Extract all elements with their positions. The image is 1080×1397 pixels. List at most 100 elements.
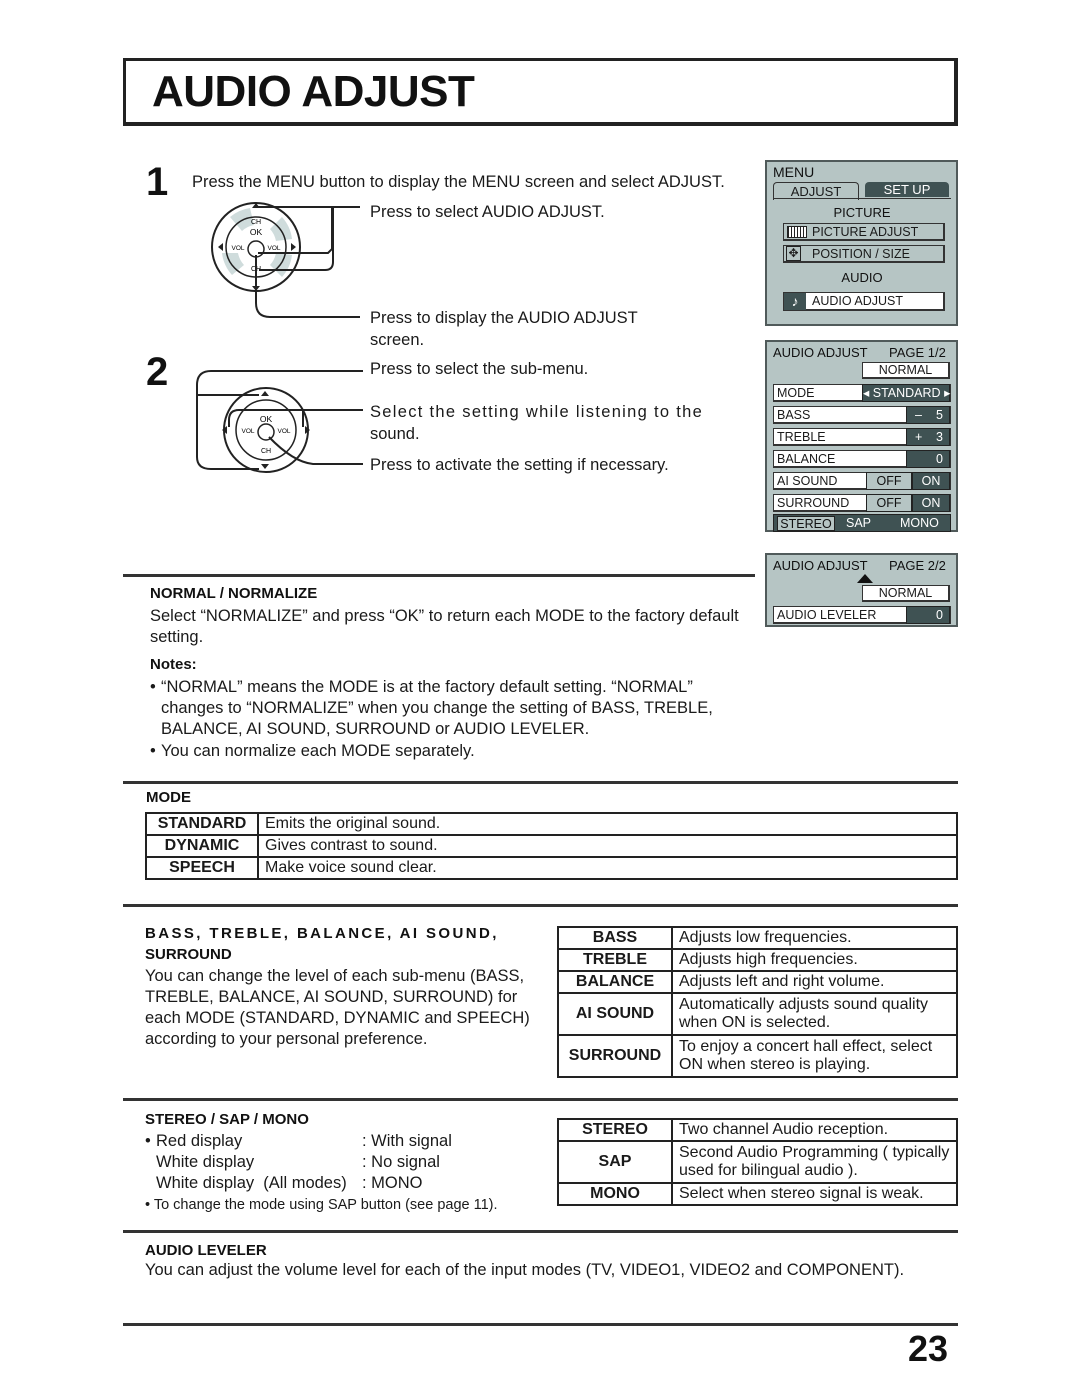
callout-select-setting-2: sound. — [370, 425, 420, 443]
levels-heading: BASS, TREBLE, BALANCE, AI SOUND, — [145, 925, 499, 942]
osd-row-ai-sound[interactable]: AI SOUND OFF ON — [773, 472, 951, 490]
osd-row-mode[interactable]: MODE ◂ STANDARD ▸ — [773, 384, 951, 402]
osd-bass-value[interactable]: –5 — [906, 406, 950, 424]
table-row: STANDARD Emits the original sound. — [145, 812, 958, 836]
picture-adjust-icon — [787, 226, 807, 238]
callout-display-audio-adjust: Press to display the AUDIO ADJUST — [370, 309, 638, 327]
normalize-body: Select “NORMALIZE” and press “OK” to ret… — [150, 607, 739, 646]
osd-menu-screen: MENU ADJUST SET UP PICTURE PICTURE ADJUS… — [765, 160, 958, 326]
table-row: SAP Second Audio Programming ( typically … — [557, 1140, 958, 1184]
display-label: White display — [156, 1153, 255, 1171]
stereo-heading: STEREO / SAP / MONO — [145, 1111, 309, 1128]
osd-item-position-size[interactable]: ✥ POSITION / SIZE — [783, 245, 945, 263]
section-divider — [123, 904, 958, 907]
display-value: : MONO — [362, 1174, 423, 1192]
osd-audio-adjust-page2: AUDIO ADJUST PAGE 2/2 NORMAL AUDIO LEVEL… — [765, 553, 958, 627]
table-row: STEREO Two channel Audio reception. — [557, 1118, 958, 1142]
osd-mode-stereo[interactable]: STEREO — [777, 516, 835, 531]
note-item: • “NORMAL” means the MODE is at the facto… — [150, 678, 713, 738]
osd-item-audio-adjust[interactable]: ♪ AUDIO ADJUST — [783, 292, 945, 311]
osd-mode-value[interactable]: ◂ STANDARD ▸ — [862, 384, 950, 402]
step-number-2: 2 — [146, 350, 169, 394]
osd-mode-mono[interactable]: MONO — [900, 515, 939, 532]
osd-item-picture-adjust[interactable]: PICTURE ADJUST — [783, 223, 945, 241]
osd-section-audio: AUDIO — [841, 270, 883, 285]
callout-select-audio-adjust: Press to select AUDIO ADJUST. — [370, 203, 605, 221]
page-title-box: AUDIO ADJUST — [123, 58, 958, 126]
levels-heading-2: SURROUND — [145, 946, 232, 963]
notes-heading: Notes: — [150, 656, 197, 673]
note-item: • You can normalize each MODE separately. — [150, 742, 475, 760]
callout-display-audio-adjust-2: screen. — [370, 331, 425, 349]
osd-menu-title: MENU — [773, 164, 815, 180]
table-row: TREBLE Adjusts high frequencies. — [557, 948, 958, 972]
mode-heading: MODE — [146, 789, 191, 806]
osd-audio-adjust-page1: AUDIO ADJUST PAGE 1/2 NORMAL MODE ◂ STAN… — [765, 340, 958, 532]
table-row: BALANCE Adjusts left and right volume. — [557, 970, 958, 994]
osd-surround-on[interactable]: ON — [912, 494, 950, 512]
svg-text:VOL: VOL — [277, 428, 290, 435]
osd-row-audio-leveler[interactable]: AUDIO LEVELER 0 — [773, 606, 951, 624]
display-value: : With signal — [362, 1132, 452, 1150]
step-number-1: 1 — [146, 160, 169, 204]
callout-select-setting: Select the setting while listening to th… — [370, 403, 704, 421]
osd-p1-page: PAGE 1/2 — [889, 345, 946, 360]
leveler-body: You can adjust the volume level for each… — [145, 1261, 905, 1279]
table-row: MONO Select when stereo signal is weak. — [557, 1182, 958, 1206]
table-row: SPEECH Make voice sound clear. — [145, 856, 958, 880]
remote-pad-diagram-2: OK VOL VOL CH — [196, 370, 363, 473]
osd-audio-leveler-value[interactable]: 0 — [906, 606, 950, 624]
callout-connector-1 — [257, 206, 360, 271]
position-size-icon: ✥ — [786, 246, 801, 261]
osd-treble-value[interactable]: +3 — [906, 428, 950, 446]
display-label: Red display — [156, 1132, 243, 1150]
display-label: White display (All modes) — [156, 1174, 347, 1192]
step-1-intro: Press the MENU button to display the MEN… — [192, 173, 725, 191]
music-note-icon: ♪ — [784, 293, 806, 310]
osd-p2-title: AUDIO ADJUST — [773, 558, 868, 573]
page-up-arrow-icon[interactable] — [857, 574, 873, 583]
osd-balance-value[interactable]: 0 — [906, 450, 950, 468]
osd-surround-off[interactable]: OFF — [866, 494, 912, 512]
section-divider — [123, 1230, 958, 1233]
footer-divider — [123, 1323, 958, 1326]
section-divider — [123, 574, 755, 577]
sap-note: • To change the mode using SAP button (s… — [145, 1197, 498, 1213]
osd-mode-sap[interactable]: SAP — [846, 515, 871, 532]
osd-p2-normal-button[interactable]: NORMAL — [862, 585, 950, 602]
osd-sound-mode-bar: STEREO SAP MONO — [773, 514, 951, 532]
page-title: AUDIO ADJUST — [152, 67, 475, 116]
vol-label-left: VOL — [231, 245, 244, 252]
display-value: : No signal — [362, 1153, 440, 1171]
svg-text:CH: CH — [261, 448, 271, 455]
osd-p2-page: PAGE 2/2 — [889, 558, 946, 573]
callout-activate-setting: Press to activate the setting if necessa… — [370, 456, 669, 474]
osd-row-surround[interactable]: SURROUND OFF ON — [773, 494, 951, 512]
mode-table: STANDARD Emits the original sound. DYNAMI… — [145, 812, 958, 880]
osd-p1-normal-button[interactable]: NORMAL — [862, 362, 950, 379]
osd-row-bass[interactable]: BASS –5 — [773, 406, 951, 424]
page-number: 23 — [908, 1328, 949, 1369]
osd-p1-title: AUDIO ADJUST — [773, 345, 868, 360]
table-row: BASS Adjusts low frequencies. — [557, 926, 958, 950]
levels-table: BASS Adjusts low frequencies. TREBLE Adjus… — [557, 926, 958, 1078]
osd-row-treble[interactable]: TREBLE +3 — [773, 428, 951, 446]
table-row: AI SOUND Automatically adjusts sound qual… — [557, 992, 958, 1036]
osd-section-picture: PICTURE — [833, 205, 891, 220]
callout-select-submenu: Press to select the sub-menu. — [370, 360, 589, 378]
arrow-left-icon — [218, 243, 223, 251]
section-divider — [123, 781, 958, 784]
table-row: DYNAMIC Gives contrast to sound. — [145, 834, 958, 858]
tab-setup[interactable]: SET UP — [865, 182, 949, 197]
normalize-heading: NORMAL / NORMALIZE — [150, 585, 318, 602]
osd-ai-sound-on[interactable]: ON — [912, 472, 950, 490]
stereo-table: STEREO Two channel Audio reception. SAP Se… — [557, 1118, 958, 1206]
levels-body: You can change the level of each sub-men… — [145, 967, 530, 1048]
svg-text:VOL: VOL — [241, 428, 254, 435]
table-row: SURROUND To enjoy a concert hall effect, … — [557, 1034, 958, 1078]
leveler-heading: AUDIO LEVELER — [145, 1242, 267, 1259]
svg-text:OK: OK — [260, 414, 273, 424]
section-divider — [123, 1098, 958, 1101]
osd-ai-sound-off[interactable]: OFF — [866, 472, 912, 490]
osd-row-balance[interactable]: BALANCE 0 — [773, 450, 951, 468]
